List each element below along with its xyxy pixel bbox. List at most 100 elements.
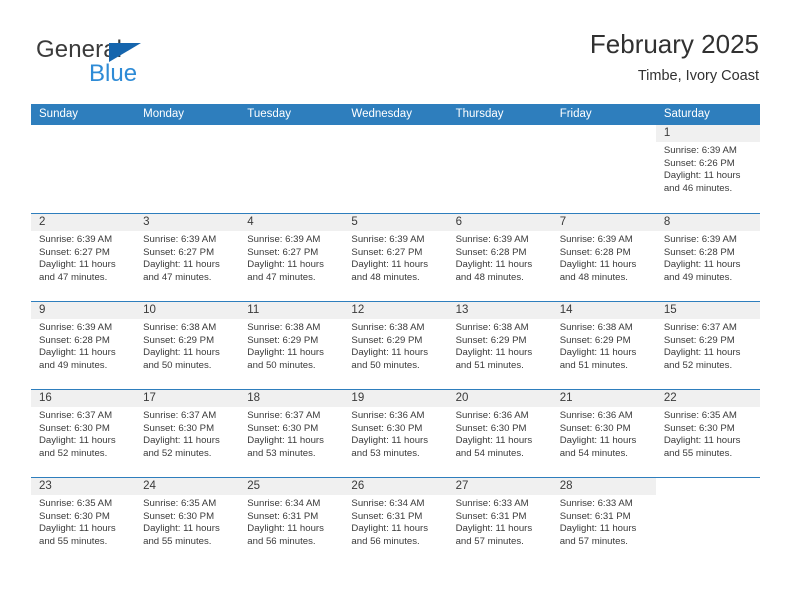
sunset-text: Sunset: 6:27 PM — [351, 246, 423, 258]
calendar-day-cell[interactable]: 4 Sunrise: 6:39 AM Sunset: 6:27 PM Daylight… — [239, 214, 344, 301]
day-details: Sunrise: 6:34 AM Sunset: 6:31 PM Daylight:… — [239, 495, 343, 548]
day-number: 5 — [343, 214, 448, 231]
sunrise-text: Sunrise: 6:38 AM — [455, 322, 529, 333]
day-number — [239, 125, 343, 142]
day-number: 22 — [655, 390, 760, 407]
calendar-day-cell[interactable]: 5 Sunrise: 6:39 AM Sunset: 6:27 PM Daylight… — [343, 214, 448, 301]
calendar-day-cell[interactable]: 19 Sunrise: 6:36 AM Sunset: 6:30 PM Dayligh… — [343, 390, 448, 477]
daylight-text: Daylight: 11 hours and 55 minutes. — [143, 523, 220, 547]
page-title: February 2025 — [589, 29, 759, 59]
calendar-day-cell[interactable]: 17 Sunrise: 6:37 AM Sunset: 6:30 PM Dayligh… — [135, 390, 240, 477]
day-details: Sunrise: 6:35 AM Sunset: 6:30 PM Daylight:… — [135, 495, 239, 548]
calendar-day-cell[interactable]: 25 Sunrise: 6:34 AM Sunset: 6:31 PM Dayligh… — [239, 478, 344, 565]
daylight-text: Daylight: 11 hours and 57 minutes. — [455, 523, 533, 547]
calendar-day-cell[interactable]: 3 Sunrise: 6:39 AM Sunset: 6:27 PM Daylight… — [135, 214, 240, 301]
day-number: 28 — [551, 478, 656, 495]
calendar-day-cell[interactable]: 15 Sunrise: 6:37 AM Sunset: 6:29 PM Dayligh… — [655, 302, 760, 389]
sunset-text: Sunset: 6:29 PM — [455, 334, 527, 346]
calendar-day-cell[interactable]: 24 Sunrise: 6:35 AM Sunset: 6:30 PM Dayligh… — [135, 478, 240, 565]
sunrise-text: Sunrise: 6:36 AM — [351, 410, 425, 421]
calendar-day-cell[interactable]: 12 Sunrise: 6:38 AM Sunset: 6:29 PM Dayligh… — [343, 302, 448, 389]
day-details: Sunrise: 6:37 AM Sunset: 6:30 PM Daylight:… — [135, 407, 239, 460]
sunrise-text: Sunrise: 6:39 AM — [455, 234, 529, 245]
day-details: Sunrise: 6:39 AM Sunset: 6:28 PM Daylight:… — [31, 319, 135, 372]
day-details: Sunrise: 6:33 AM Sunset: 6:31 PM Daylight:… — [448, 495, 552, 548]
sunset-text: Sunset: 6:31 PM — [559, 510, 631, 522]
sunrise-text: Sunrise: 6:37 AM — [143, 410, 217, 421]
day-details: Sunrise: 6:39 AM Sunset: 6:27 PM Daylight:… — [31, 231, 135, 284]
day-details: Sunrise: 6:39 AM Sunset: 6:28 PM Daylight:… — [448, 231, 552, 284]
sunrise-text: Sunrise: 6:37 AM — [663, 322, 737, 333]
sunset-text: Sunset: 6:28 PM — [39, 334, 110, 346]
daylight-text: Daylight: 11 hours and 46 minutes. — [663, 170, 741, 194]
calendar-day-cell[interactable]: 6 Sunrise: 6:39 AM Sunset: 6:28 PM Daylight… — [447, 214, 552, 301]
sunrise-text: Sunrise: 6:33 AM — [455, 498, 529, 509]
logo-text-blue: Blue — [89, 60, 138, 87]
sunrise-text: Sunrise: 6:35 AM — [143, 498, 217, 509]
calendar-day-cell[interactable]: 8 Sunrise: 6:39 AM Sunset: 6:28 PM Daylight… — [655, 214, 760, 301]
calendar-day-cell-empty — [656, 478, 760, 565]
daylight-text: Daylight: 11 hours and 55 minutes. — [663, 435, 741, 459]
calendar-week-row: 16 Sunrise: 6:37 AM Sunset: 6:30 PM Dayligh… — [31, 389, 760, 477]
day-details: Sunrise: 6:39 AM Sunset: 6:27 PM Daylight:… — [135, 231, 239, 284]
calendar-day-cell[interactable]: 18 Sunrise: 6:37 AM Sunset: 6:30 PM Dayligh… — [239, 390, 344, 477]
sunset-text: Sunset: 6:29 PM — [351, 334, 423, 346]
day-details: Sunrise: 6:38 AM Sunset: 6:29 PM Daylight:… — [239, 319, 343, 372]
day-details: Sunrise: 6:35 AM Sunset: 6:30 PM Daylight:… — [31, 495, 135, 548]
calendar-day-cell[interactable]: 11 Sunrise: 6:38 AM Sunset: 6:29 PM Dayligh… — [239, 302, 344, 389]
day-details: Sunrise: 6:39 AM Sunset: 6:26 PM Daylight:… — [656, 142, 760, 195]
calendar-day-cell[interactable]: 21 Sunrise: 6:36 AM Sunset: 6:30 PM Dayligh… — [551, 390, 656, 477]
calendar-day-cell[interactable]: 10 Sunrise: 6:38 AM Sunset: 6:29 PM Dayligh… — [135, 302, 240, 389]
calendar-day-cell-empty — [31, 125, 135, 213]
sunset-text: Sunset: 6:27 PM — [143, 246, 215, 258]
calendar-day-cell[interactable]: 14 Sunrise: 6:38 AM Sunset: 6:29 PM Dayligh… — [551, 302, 656, 389]
day-number: 9 — [31, 302, 136, 319]
weekday-header-row: Sunday Monday Tuesday Wednesday Thursday… — [31, 104, 760, 125]
calendar-day-cell-empty — [552, 125, 656, 213]
calendar-day-cell[interactable]: 13 Sunrise: 6:38 AM Sunset: 6:29 PM Dayligh… — [447, 302, 552, 389]
sunrise-text: Sunrise: 6:38 AM — [247, 322, 321, 333]
day-details: Sunrise: 6:36 AM Sunset: 6:30 PM Daylight:… — [552, 407, 656, 460]
calendar-day-cell[interactable]: 20 Sunrise: 6:36 AM Sunset: 6:30 PM Dayligh… — [447, 390, 552, 477]
calendar-day-cell[interactable]: 1 Sunrise: 6:39 AM Sunset: 6:26 PM Daylight… — [655, 125, 760, 213]
calendar-day-cell[interactable]: 9 Sunrise: 6:39 AM Sunset: 6:28 PM Daylight… — [31, 302, 136, 389]
sunset-text: Sunset: 6:30 PM — [39, 510, 110, 522]
sunset-text: Sunset: 6:30 PM — [455, 422, 527, 434]
day-number — [656, 478, 760, 495]
sunrise-text: Sunrise: 6:37 AM — [39, 410, 113, 421]
sunset-text: Sunset: 6:28 PM — [455, 246, 527, 258]
title-block: February 2025 Timbe, Ivory Coast — [590, 28, 759, 86]
calendar-day-cell[interactable]: 2 Sunrise: 6:39 AM Sunset: 6:27 PM Daylight… — [31, 214, 136, 301]
day-number: 1 — [655, 125, 760, 142]
calendar-week-row: 1 Sunrise: 6:39 AM Sunset: 6:26 PM Daylight… — [31, 125, 760, 213]
page-header: General Blue February 2025 Timbe, Ivory … — [31, 28, 759, 100]
sunrise-text: Sunrise: 6:38 AM — [351, 322, 425, 333]
daylight-text: Daylight: 11 hours and 51 minutes. — [455, 347, 533, 371]
calendar-day-cell[interactable]: 23 Sunrise: 6:35 AM Sunset: 6:30 PM Dayligh… — [31, 478, 136, 565]
day-details: Sunrise: 6:36 AM Sunset: 6:30 PM Daylight:… — [343, 407, 447, 460]
sunset-text: Sunset: 6:30 PM — [143, 422, 215, 434]
calendar-day-cell[interactable]: 27 Sunrise: 6:33 AM Sunset: 6:31 PM Dayligh… — [447, 478, 552, 565]
day-number — [552, 125, 656, 142]
calendar-day-cell[interactable]: 28 Sunrise: 6:33 AM Sunset: 6:31 PM Dayligh… — [551, 478, 656, 565]
day-number: 18 — [239, 390, 344, 407]
calendar-day-cell[interactable]: 22 Sunrise: 6:35 AM Sunset: 6:30 PM Dayligh… — [655, 390, 760, 477]
calendar-day-cell[interactable]: 16 Sunrise: 6:37 AM Sunset: 6:30 PM Dayligh… — [31, 390, 136, 477]
day-number: 11 — [239, 302, 344, 319]
weekday-header-friday: Friday — [559, 108, 592, 120]
day-details: Sunrise: 6:37 AM Sunset: 6:30 PM Daylight:… — [239, 407, 343, 460]
day-number: 8 — [655, 214, 760, 231]
day-number: 23 — [31, 478, 136, 495]
daylight-text: Daylight: 11 hours and 50 minutes. — [351, 347, 429, 371]
calendar-day-cell[interactable]: 7 Sunrise: 6:39 AM Sunset: 6:28 PM Daylight… — [551, 214, 656, 301]
day-number: 24 — [135, 478, 240, 495]
sunrise-text: Sunrise: 6:38 AM — [559, 322, 633, 333]
calendar-day-cell[interactable]: 26 Sunrise: 6:34 AM Sunset: 6:31 PM Dayligh… — [343, 478, 448, 565]
sunrise-text: Sunrise: 6:39 AM — [663, 145, 737, 156]
sunset-text: Sunset: 6:26 PM — [663, 157, 735, 169]
general-blue-logo[interactable]: General Blue — [36, 36, 216, 92]
sunrise-text: Sunrise: 6:35 AM — [39, 498, 113, 509]
sunset-text: Sunset: 6:29 PM — [247, 334, 319, 346]
calendar-week-row: 9 Sunrise: 6:39 AM Sunset: 6:28 PM Daylight… — [31, 301, 760, 389]
day-number: 2 — [31, 214, 136, 231]
